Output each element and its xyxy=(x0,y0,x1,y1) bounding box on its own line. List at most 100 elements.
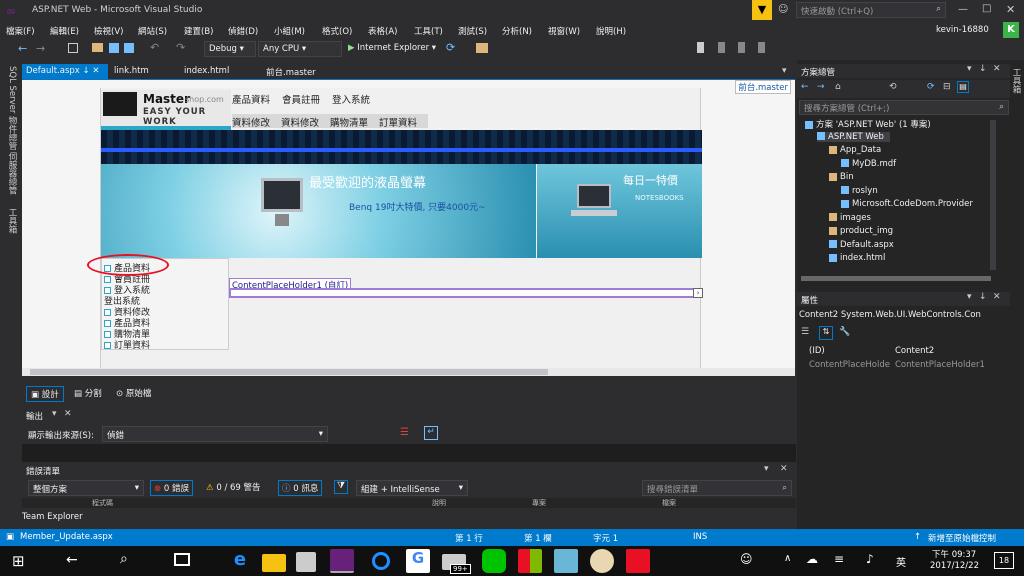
tree-item[interactable]: App_Data xyxy=(829,145,881,155)
sync-icon[interactable]: ⟲ xyxy=(889,82,897,92)
horizontal-scrollbar[interactable] xyxy=(22,368,795,376)
categorized-icon[interactable]: ☰ xyxy=(801,327,809,337)
menu-item[interactable]: 表格(A) xyxy=(368,25,397,37)
onedrive-icon[interactable]: ☁ xyxy=(806,552,818,566)
menu-item[interactable]: 建置(B) xyxy=(184,25,213,37)
tab-index-html[interactable]: index.html xyxy=(180,64,233,79)
bookmark-prev-icon[interactable] xyxy=(718,42,725,53)
word-wrap-icon[interactable]: ↵ xyxy=(424,426,438,440)
top-nav-link[interactable]: 登入系統 xyxy=(332,92,370,106)
tree-item[interactable]: MyDB.mdf xyxy=(841,159,896,169)
file-explorer-icon[interactable] xyxy=(262,554,286,572)
filter-icon[interactable]: ⧩ xyxy=(334,480,348,494)
menu-item[interactable]: 測試(S) xyxy=(458,25,487,37)
task-back-icon[interactable]: ← xyxy=(66,552,78,568)
bookmark-next-icon[interactable] xyxy=(738,42,745,53)
messages-filter-button[interactable]: ⓘ 0 訊息 xyxy=(278,480,323,496)
pane-options-icon[interactable]: ▾ xyxy=(967,64,972,74)
avatar[interactable]: K xyxy=(1003,22,1019,38)
browser-link-icon[interactable] xyxy=(476,43,488,53)
media-player-icon[interactable] xyxy=(372,552,390,570)
tab-master[interactable]: 前台.master xyxy=(262,64,320,79)
scrollbar-thumb[interactable] xyxy=(30,369,548,375)
refresh-icon[interactable]: ⟳ xyxy=(446,41,455,54)
menu-item[interactable]: 格式(O) xyxy=(322,25,352,37)
menu-item[interactable]: 檢視(V) xyxy=(94,25,123,37)
pin-icon[interactable]: ↓ xyxy=(83,66,90,76)
menu-item[interactable]: 分析(N) xyxy=(502,25,532,37)
close-button[interactable]: ✕ xyxy=(1006,3,1015,16)
sql-server-explorer-tab[interactable]: SQL Server 物件總管 xyxy=(6,66,18,150)
solution-config-dropdown[interactable]: Debug ▾ xyxy=(204,41,256,57)
side-menu-item[interactable]: 購物清單 xyxy=(104,327,150,340)
show-all-files-icon[interactable]: ▤ xyxy=(957,81,969,93)
menu-item[interactable]: 說明(H) xyxy=(596,25,626,37)
error-scope-dropdown[interactable]: 整個方案 ▾ xyxy=(28,480,144,496)
tab-link-htm[interactable]: link.htm xyxy=(110,64,153,79)
tab-default-aspx[interactable]: Default.aspx ↓ ✕ xyxy=(22,64,108,79)
output-pin-icon[interactable]: ▾ xyxy=(52,409,57,419)
notification-flag-icon[interactable]: ▼ xyxy=(752,0,772,20)
user-name[interactable]: kevin-16880 xyxy=(936,25,989,35)
undo-icon[interactable]: ↶ xyxy=(150,41,159,54)
collapse-all-icon[interactable]: ⊟ xyxy=(943,82,951,92)
top-nav-link[interactable]: 產品資料 xyxy=(232,92,270,106)
side-menu-item[interactable]: 資料修改 xyxy=(104,305,150,318)
minimize-button[interactable]: — xyxy=(958,4,968,15)
content-placeholder[interactable]: › xyxy=(229,288,703,298)
clock-time[interactable]: 下午 09:37 xyxy=(932,548,976,560)
output-text-area[interactable] xyxy=(22,444,796,462)
start-debug-button[interactable]: ▶ Internet Explorer ▾ xyxy=(348,43,436,53)
side-menu-item[interactable]: 訂單資料 xyxy=(104,338,150,351)
solution-search-input[interactable]: 搜尋方案總管 (Ctrl+;) ⌕ xyxy=(799,100,1009,115)
error-list-column-header[interactable]: 檔案 xyxy=(662,498,676,508)
save-all-icon[interactable] xyxy=(124,43,134,53)
clock-date[interactable]: 2017/12/22 xyxy=(930,561,979,571)
forward-icon[interactable]: → xyxy=(817,82,825,92)
chrome-icon[interactable]: G xyxy=(406,549,430,573)
tree-item[interactable]: Default.aspx xyxy=(829,240,894,250)
status-vcs[interactable]: 新增至原始檔控制 xyxy=(928,532,996,544)
notepad-icon[interactable] xyxy=(554,549,578,573)
design-view-button[interactable]: ▣ 設計 xyxy=(26,386,64,402)
property-row[interactable]: ContentPlaceHolde ContentPlaceHolder1 xyxy=(799,360,1009,374)
feedback-icon[interactable]: ☺ xyxy=(778,4,790,16)
output-source-dropdown[interactable]: 偵錯 ▾ xyxy=(102,426,328,442)
tree-item[interactable]: 方案 'ASP.NET Web' (1 專案) xyxy=(805,118,931,130)
menu-item[interactable]: 網站(S) xyxy=(138,25,167,37)
bookmark-clear-icon[interactable] xyxy=(758,42,765,53)
task-view-icon[interactable] xyxy=(174,553,190,566)
menu-item[interactable]: 編輯(E) xyxy=(50,25,79,37)
mail-icon[interactable]: 99+ xyxy=(442,554,471,574)
toolbox-tab[interactable]: 工具箱 xyxy=(6,208,18,234)
save-icon[interactable] xyxy=(109,43,119,53)
close-icon[interactable]: ✕ xyxy=(993,64,1001,74)
visual-studio-icon[interactable] xyxy=(330,549,354,573)
error-list-column-header[interactable]: 專案 xyxy=(532,498,546,508)
publish-icon[interactable]: ↑ xyxy=(914,532,921,542)
start-icon[interactable]: ⊞ xyxy=(12,552,25,570)
menu-item[interactable]: 偵錯(D) xyxy=(228,25,258,37)
solution-vscroll[interactable] xyxy=(990,120,996,270)
pdf-icon[interactable] xyxy=(626,549,650,573)
menu-item[interactable]: 視窗(W) xyxy=(548,25,580,37)
home-icon[interactable]: ⌂ xyxy=(835,82,841,92)
cortana-search-icon[interactable]: ⌕ xyxy=(120,551,128,567)
build-filter-dropdown[interactable]: 組建 + IntelliSense ▾ xyxy=(356,480,468,496)
refresh-icon[interactable]: ⟳ xyxy=(927,82,935,92)
output-close-icon[interactable]: ✕ xyxy=(64,409,72,419)
team-explorer-tab[interactable]: Team Explorer xyxy=(0,510,797,528)
property-pages-icon[interactable]: 🔧 xyxy=(839,327,850,337)
close-icon[interactable]: ✕ xyxy=(993,292,1001,302)
paint-icon[interactable] xyxy=(590,549,614,573)
errors-filter-button[interactable]: ⊗ 0 錯誤 xyxy=(150,480,193,496)
back-icon[interactable]: ← xyxy=(801,82,809,92)
maximize-button[interactable]: □ xyxy=(982,3,991,14)
top-nav-link[interactable]: 資料修改 xyxy=(281,115,319,129)
pin-icon[interactable]: ↓ xyxy=(979,64,987,74)
tree-item[interactable]: ASP.NET Web xyxy=(817,131,890,142)
line-icon[interactable] xyxy=(482,549,506,573)
property-row[interactable]: (ID) Content2 xyxy=(799,346,1009,360)
edge-icon[interactable]: e xyxy=(228,549,252,573)
office-icon[interactable] xyxy=(518,549,542,573)
